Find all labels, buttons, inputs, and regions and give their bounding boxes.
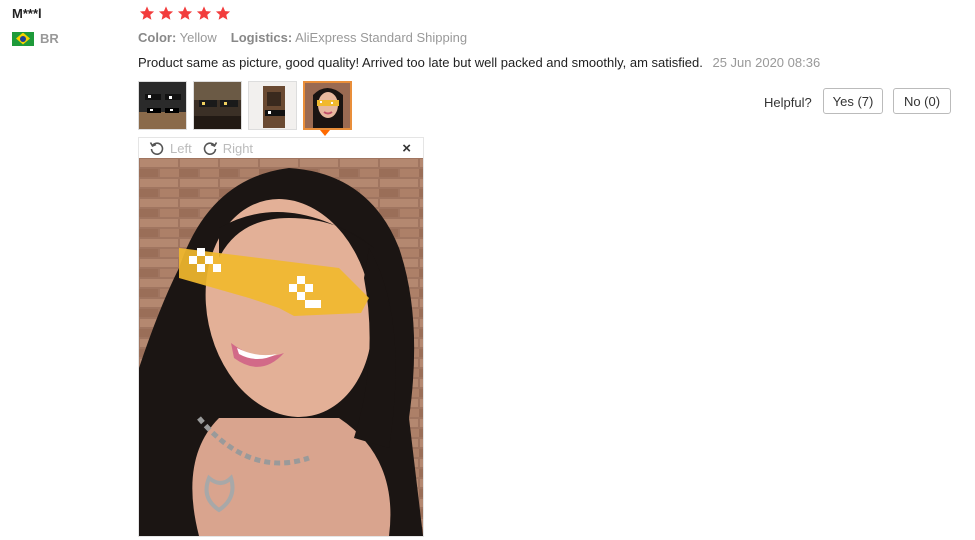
photo-thumbnail[interactable] [193,81,242,130]
color-value: Yellow [179,30,217,45]
color-attribute: Color: Yellow [138,30,217,45]
brazil-flag-icon [12,31,34,46]
country-code: BR [40,31,59,46]
helpful-no-button[interactable]: No (0) [893,88,951,114]
active-thumbnail-indicator [320,130,330,136]
photo-thumbnail-active[interactable] [303,81,352,130]
star-icon [176,5,194,22]
star-rating [138,5,232,22]
review-content: Product same as picture, good quality! A… [138,55,820,70]
photo-thumbnails [138,81,352,130]
star-icon [195,5,213,22]
star-icon [138,5,156,22]
rotate-right-icon [203,142,217,155]
rotate-left-button[interactable]: Left [149,140,192,156]
rotate-left-icon [149,142,164,155]
photo-viewer-toolbar: Left Right × [139,138,423,158]
close-icon[interactable]: × [402,140,411,157]
review-body: Product same as picture, good quality! A… [138,55,703,70]
star-icon [157,5,175,22]
logistics-label: Logistics: [230,30,293,45]
logistics-value: AliExpress Standard Shipping [295,30,468,45]
review-photo-large [139,158,423,536]
order-attributes: Color: Yellow Logistics: AliExpress Stan… [138,30,467,45]
reviewer-name: M***l [12,6,42,21]
rotate-left-label: Left [170,140,192,156]
star-icon [214,5,232,22]
rotate-right-label: Right [222,140,254,156]
helpful-yes-button[interactable]: Yes (7) [823,88,883,114]
photo-thumbnail[interactable] [248,81,297,130]
review-date: 25 Jun 2020 08:36 [712,55,821,70]
rotate-right-button[interactable]: Right [202,140,253,156]
photo-thumbnail[interactable] [138,81,187,130]
color-label: Color: [138,30,177,45]
helpful-label: Helpful? [764,95,812,110]
photo-viewer: Left Right × [138,137,424,537]
reviewer-country: BR [12,31,59,46]
logistics-attribute: Logistics: AliExpress Standard Shipping [231,30,467,45]
